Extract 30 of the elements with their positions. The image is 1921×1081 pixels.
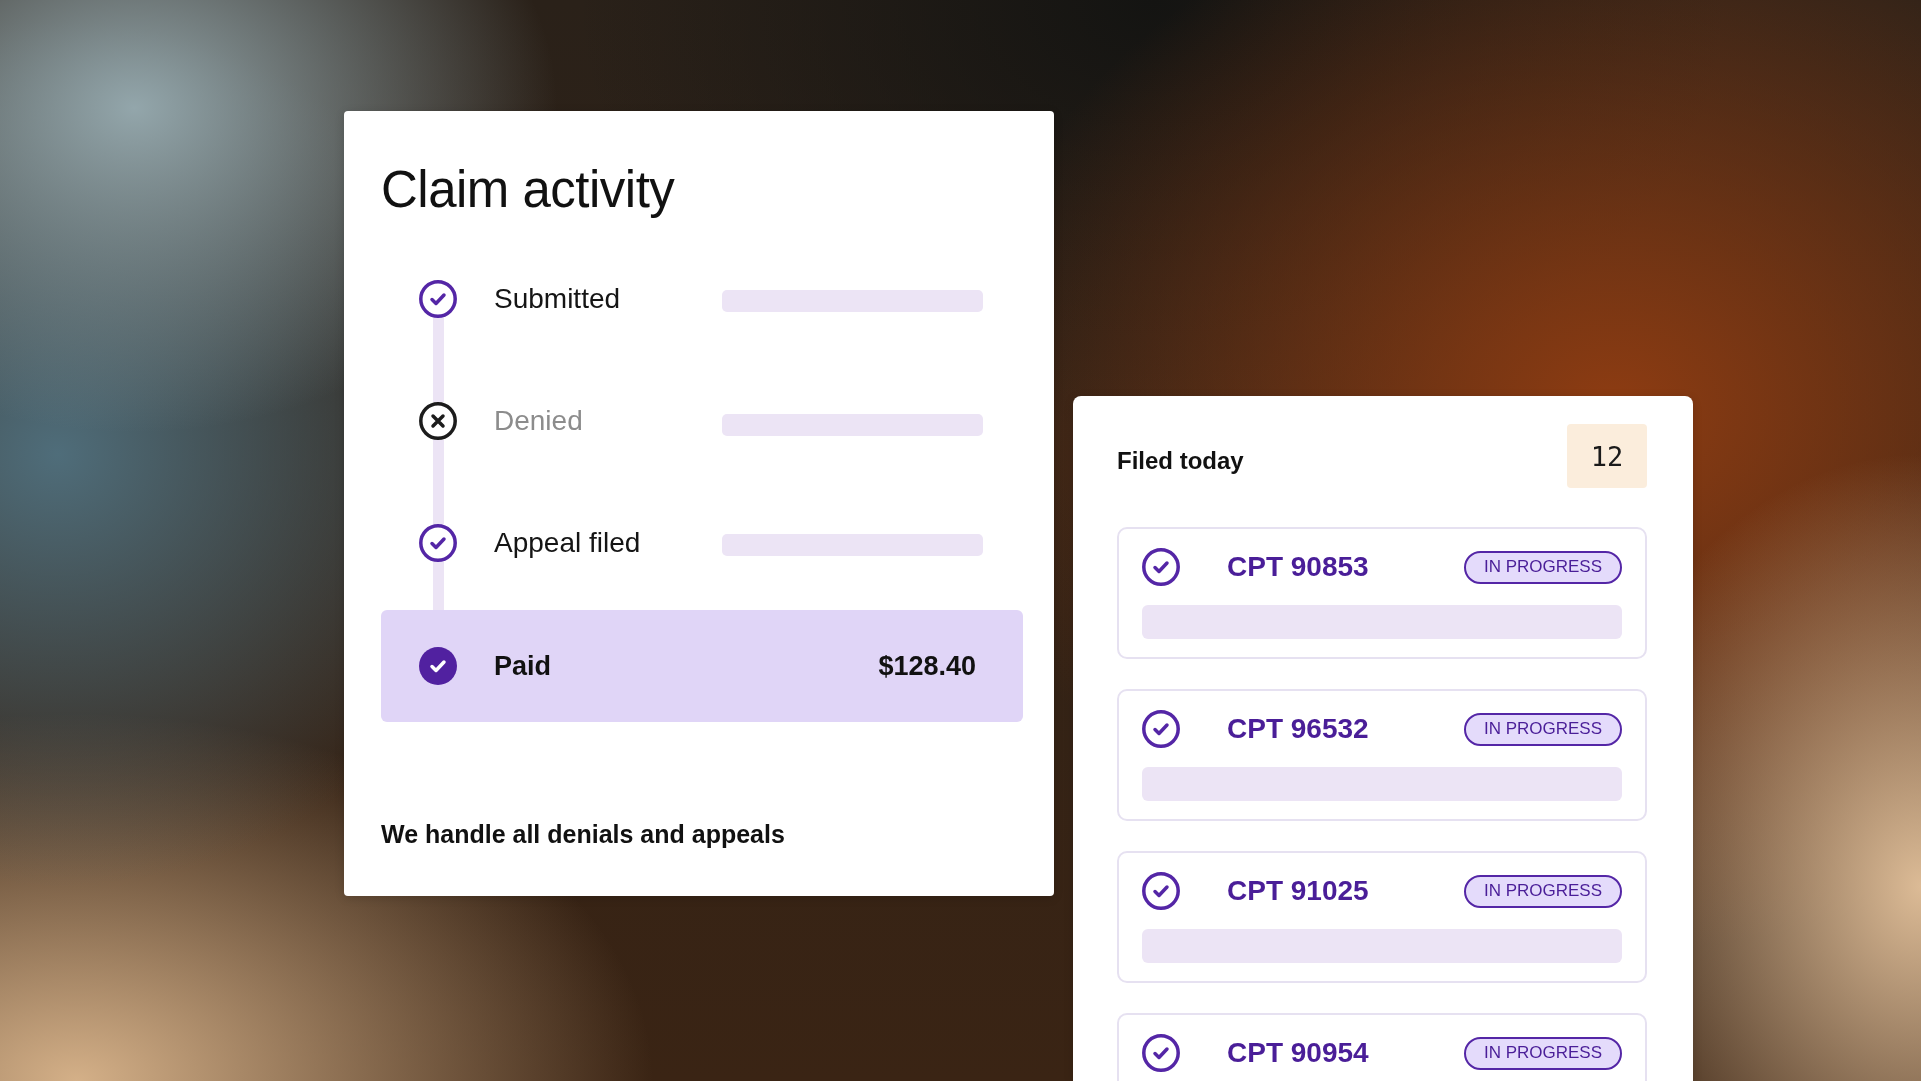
step-label: Submitted: [494, 282, 622, 316]
status-badge: IN PROGRESS: [1463, 550, 1622, 584]
count-badge: 12: [1567, 424, 1647, 488]
status-badge: IN PROGRESS: [1463, 874, 1622, 908]
amount-text: $128.40: [878, 650, 976, 683]
claim-code: CPT 91025: [1227, 874, 1369, 908]
check-circle-icon: [1142, 872, 1180, 910]
claim-code: CPT 90954: [1227, 1036, 1369, 1070]
check-circle-icon: [1142, 1034, 1180, 1072]
check-circle-icon: [1142, 548, 1180, 586]
status-badge: IN PROGRESS: [1463, 1036, 1622, 1070]
check-circle-icon: [419, 524, 457, 562]
footer-text: We handle all denials and appeals: [381, 819, 786, 850]
timeline-connector: [432, 562, 444, 610]
claim-code: CPT 90853: [1227, 550, 1369, 584]
claim-card[interactable]: CPT 91025 IN PROGRESS: [1117, 851, 1647, 983]
claim-card[interactable]: CPT 90954 IN PROGRESS: [1117, 1013, 1647, 1081]
check-circle-icon: [1142, 710, 1180, 748]
claim-card[interactable]: CPT 96532 IN PROGRESS: [1117, 689, 1647, 821]
check-circle-icon: [419, 280, 457, 318]
cross-circle-icon: [419, 402, 457, 440]
check-circle-filled-icon: [419, 647, 457, 685]
claim-card[interactable]: CPT 90853 IN PROGRESS: [1117, 527, 1647, 659]
step-label: Paid: [494, 650, 552, 683]
step-label: Denied: [494, 404, 584, 438]
claim-code: CPT 96532: [1227, 712, 1369, 746]
section-title: Filed today: [1117, 446, 1244, 476]
status-badge: IN PROGRESS: [1463, 712, 1622, 746]
step-label: Appeal filed: [494, 526, 642, 560]
card-title: Claim activity: [381, 160, 676, 220]
